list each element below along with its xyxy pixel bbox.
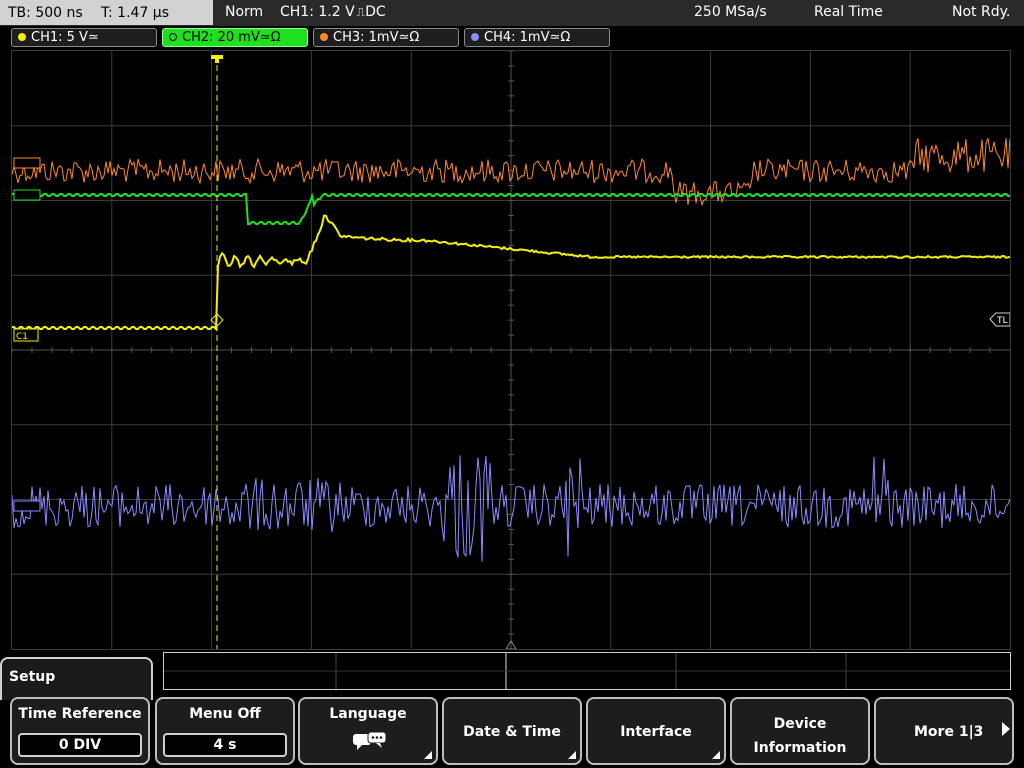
trigger-position-icon[interactable] xyxy=(211,55,223,63)
channel-tab-ch3[interactable]: CH3: 1mV≃Ω xyxy=(313,28,459,47)
time-reference-softkey[interactable]: Time Reference 0 DIV xyxy=(10,697,150,765)
timebase-panel[interactable]: TB: 500 ns T: 1.47 µs xyxy=(0,0,213,25)
trigger-source: CH1: 1.2 V xyxy=(280,4,355,20)
rising-edge-icon: ⎍ xyxy=(356,5,366,19)
ch4-color-dot xyxy=(471,32,479,41)
ch4-label: CH4: 1mV xyxy=(484,30,550,45)
time-reference-value: 0 DIV xyxy=(18,733,142,757)
trigger-settings[interactable]: CH1: 1.2 V ⎍DC xyxy=(280,0,386,24)
overview-strip xyxy=(163,652,1011,690)
more-softkey[interactable]: More 1|3 xyxy=(874,697,1014,765)
submenu-indicator-icon xyxy=(424,751,432,759)
sample-rate: 250 MSa/s xyxy=(694,4,767,20)
device-information-softkey[interactable]: Device Information xyxy=(730,697,870,765)
ch1-level-marker[interactable]: C1 xyxy=(13,328,39,342)
ch3-offset-marker[interactable] xyxy=(13,157,41,169)
trigger-coupling: DC xyxy=(365,4,386,20)
setup-menu-label: Setup xyxy=(9,669,56,685)
menu-off-softkey[interactable]: Menu Off 4 s xyxy=(155,697,295,765)
trigger-level-label: TL xyxy=(996,316,1008,326)
trigger-time-readout: T: 1.47 µs xyxy=(101,5,170,21)
channel-tab-ch1[interactable]: CH1: 5 V≃ xyxy=(11,28,157,47)
graticule xyxy=(12,51,1010,649)
menu-off-value: 4 s xyxy=(163,733,287,757)
device-information-line2: Information xyxy=(753,740,847,756)
channel-tab-ch4[interactable]: CH4: 1mV≃Ω xyxy=(464,28,610,47)
interface-label: Interface xyxy=(620,724,692,740)
trigger-level-marker[interactable]: TL xyxy=(989,312,1010,327)
ch1-label: CH1: 5 V xyxy=(31,30,88,45)
coupling-icon: ≃Ω xyxy=(549,30,571,45)
setup-menu-tab[interactable]: Setup xyxy=(0,657,153,700)
device-information-line1: Device xyxy=(773,716,827,732)
ch3-color-dot xyxy=(320,32,328,41)
ch1-color-dot xyxy=(18,32,26,41)
arrow-right-icon xyxy=(1002,722,1010,736)
language-label: Language xyxy=(329,706,407,722)
language-softkey[interactable]: Language xyxy=(298,697,438,765)
time-reference-label: Time Reference xyxy=(18,706,142,722)
channel-bar: CH1: 5 V≃ CH2: 20 mV≃Ω CH3: 1mV≃Ω CH4: 1… xyxy=(0,26,1024,50)
device-information-label: Device Information xyxy=(732,712,868,760)
channel-tab-ch2[interactable]: CH2: 20 mV≃Ω xyxy=(162,28,308,47)
interface-softkey[interactable]: Interface xyxy=(586,697,726,765)
coupling-icon: ≃ xyxy=(87,30,99,45)
submenu-indicator-icon xyxy=(712,751,720,759)
trigger-status: Not Rdy. xyxy=(952,4,1011,20)
speech-bubble-icon xyxy=(353,731,387,750)
ch4-offset-marker[interactable] xyxy=(13,500,41,512)
coupling-icon: ≃Ω xyxy=(259,30,281,45)
ch3-label: CH3: 1mV xyxy=(333,30,399,45)
coupling-icon: ≃Ω xyxy=(398,30,420,45)
status-bar: TB: 500 ns T: 1.47 µs Norm CH1: 1.2 V ⎍DC… xyxy=(0,0,1024,26)
date-time-softkey[interactable]: Date & Time xyxy=(442,697,582,765)
ch1-level-label: C1 xyxy=(16,332,28,342)
ch2-label: CH2: 20 mV xyxy=(182,30,260,45)
ch2-color-dot xyxy=(169,32,177,41)
markers: C1 TL xyxy=(13,55,1010,649)
acquisition-mode[interactable]: Real Time xyxy=(814,0,883,24)
submenu-indicator-icon xyxy=(568,751,576,759)
more-label: More 1|3 xyxy=(914,724,984,740)
trigger-mode[interactable]: Norm xyxy=(225,0,263,24)
menu-off-label: Menu Off xyxy=(189,706,261,722)
date-time-label: Date & Time xyxy=(463,724,561,740)
waveform-display[interactable]: C1 TL xyxy=(11,50,1011,650)
ch2-offset-marker[interactable] xyxy=(13,189,41,201)
timebase-readout: TB: 500 ns xyxy=(8,5,83,21)
